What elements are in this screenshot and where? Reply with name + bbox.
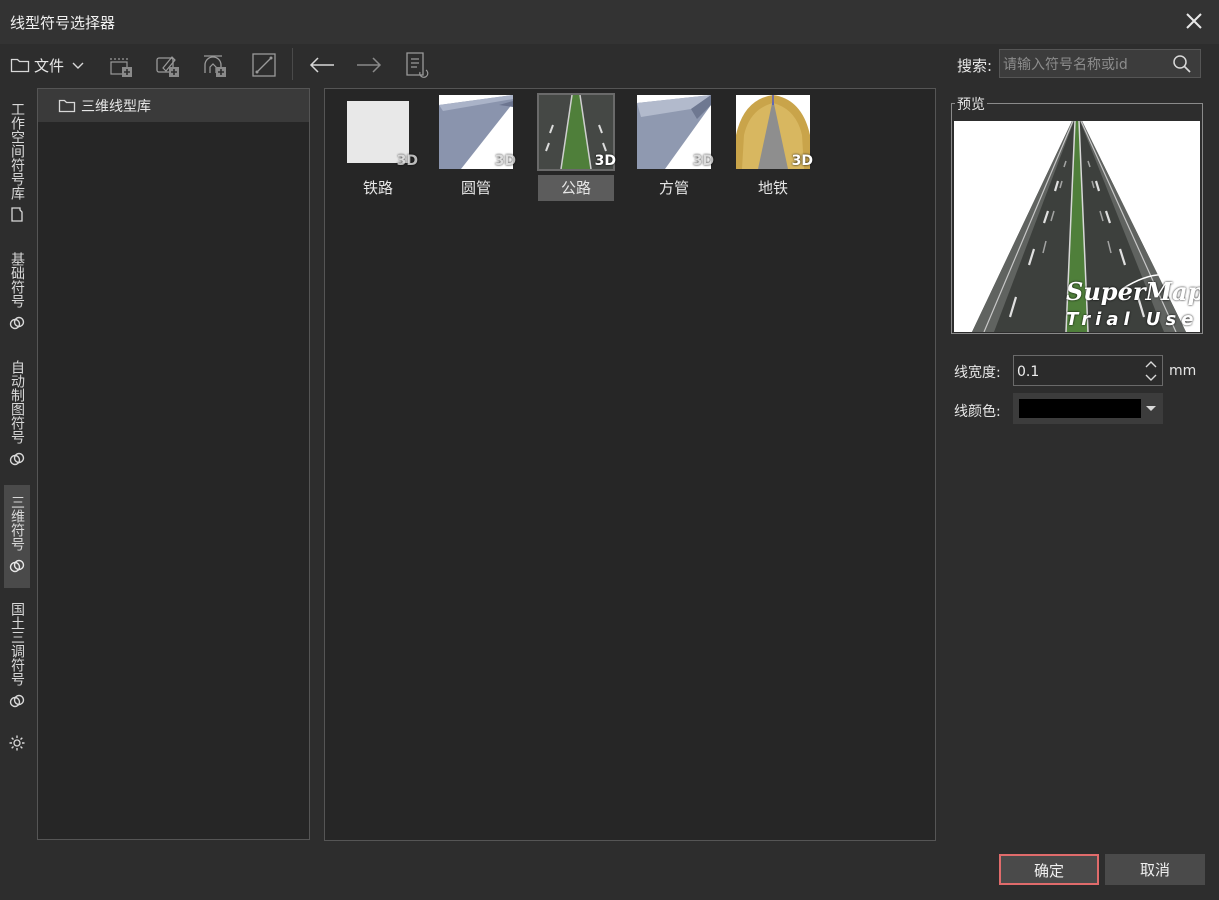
line-color-label: 线颜色: — [954, 404, 1001, 420]
close-button[interactable] — [1181, 8, 1207, 34]
file-menu-label: 文件 — [34, 56, 65, 75]
tab-3d-symbols[interactable]: 三维符号 — [4, 485, 30, 588]
chevron-down-icon — [1146, 406, 1156, 411]
ok-button[interactable]: 确定 — [999, 854, 1099, 885]
search-icon[interactable] — [1172, 54, 1192, 74]
line-width-unit: mm — [1169, 363, 1197, 379]
title-bar: 线型符号选择器 — [0, 0, 1219, 44]
3d-badge: 3D — [692, 153, 714, 169]
spinner-arrows-icon[interactable] — [1144, 358, 1158, 384]
folder-icon — [58, 99, 76, 112]
symbol-label: 方管 — [658, 179, 689, 197]
tab-label: 工作空间符号库 — [9, 102, 25, 200]
symbol-grid: 3D 铁路 3D 圆管 3D 公路 3D 方管 3D 地铁 — [324, 88, 936, 841]
line-tool-icon — [252, 53, 276, 77]
new-symbol-button[interactable] — [107, 51, 135, 79]
gear-icon — [9, 735, 25, 751]
edit-symbol-button[interactable] — [154, 51, 182, 79]
forward-button[interactable] — [354, 51, 384, 79]
tab-label: 三维符号 — [9, 495, 25, 551]
color-swatch — [1019, 399, 1141, 418]
symbol-label: 铁路 — [362, 179, 393, 197]
line-width-input[interactable] — [1014, 356, 1145, 387]
tab-label: 自动制图符号 — [9, 360, 25, 444]
preview-canvas: SuperMap Trial Use — [954, 121, 1200, 332]
back-button[interactable] — [307, 51, 337, 79]
search-input[interactable] — [1000, 50, 1173, 79]
link-icon — [9, 452, 25, 466]
symbol-label: 圆管 — [460, 179, 491, 197]
symbol-label: 公路 — [538, 175, 614, 201]
line-color-picker[interactable] — [1013, 393, 1163, 424]
preview-watermark-brand: SuperMap — [1066, 277, 1200, 306]
arrow-left-icon — [309, 57, 334, 73]
cancel-button[interactable]: 取消 — [1105, 854, 1205, 885]
line-tool-button[interactable] — [250, 51, 278, 79]
folder-icon — [11, 207, 23, 222]
search-box[interactable] — [999, 49, 1201, 79]
file-menu[interactable]: 文件 — [10, 51, 86, 79]
3d-badge: 3D — [396, 153, 418, 169]
tab-basic-symbols[interactable]: 基础符号 — [4, 248, 30, 344]
3d-badge: 3D — [494, 153, 516, 169]
properties-button[interactable] — [403, 51, 431, 79]
line-width-stepper[interactable] — [1013, 355, 1163, 387]
symbol-library-tabs: 工作空间符号库 基础符号 自动制图符号 三维符号 国土三调符号 — [0, 88, 34, 840]
window-title: 线型符号选择器 — [10, 14, 116, 32]
tab-auto-mapping-symbols[interactable]: 自动制图符号 — [4, 356, 30, 478]
search-label: 搜索: — [957, 57, 993, 75]
tree-item-3d-line-library[interactable]: 三维线型库 — [38, 89, 309, 122]
3d-badge: 3D — [594, 153, 616, 169]
document-icon — [406, 52, 429, 78]
toolbar-separator — [292, 48, 293, 80]
tab-land-survey-symbols[interactable]: 国土三调符号 — [4, 598, 30, 722]
tab-label: 国土三调符号 — [9, 602, 25, 686]
arrow-right-icon — [357, 57, 382, 73]
symbol-item[interactable]: 3D 铁路 — [340, 94, 418, 202]
chevron-down-icon — [72, 62, 84, 69]
settings-button[interactable] — [4, 734, 30, 758]
3d-badge: 3D — [791, 153, 813, 169]
close-icon — [1186, 13, 1202, 29]
symbol-item[interactable]: 3D 方管 — [636, 94, 714, 202]
line-width-label: 线宽度: — [954, 365, 1001, 381]
new-symbol-icon — [110, 58, 132, 77]
link-icon — [9, 694, 25, 708]
symbol-label: 地铁 — [757, 179, 788, 197]
tab-label: 基础符号 — [9, 252, 25, 308]
symbol-item[interactable]: 3D 公路 — [537, 93, 616, 202]
folder-icon — [10, 58, 30, 73]
link-icon — [9, 316, 25, 330]
import-symbol-icon — [204, 55, 226, 77]
link-icon — [9, 559, 25, 573]
import-symbol-button[interactable] — [201, 51, 229, 79]
preview-title: 预览 — [955, 94, 987, 114]
edit-symbol-icon — [156, 56, 179, 77]
library-tree: 三维线型库 — [37, 88, 310, 840]
tab-workspace-library[interactable]: 工作空间符号库 — [4, 88, 30, 236]
tree-item-label: 三维线型库 — [81, 98, 151, 115]
symbol-item[interactable]: 3D 地铁 — [735, 94, 813, 202]
preview-watermark-sub: Trial Use — [1066, 309, 1199, 330]
symbol-item[interactable]: 3D 圆管 — [438, 94, 516, 202]
